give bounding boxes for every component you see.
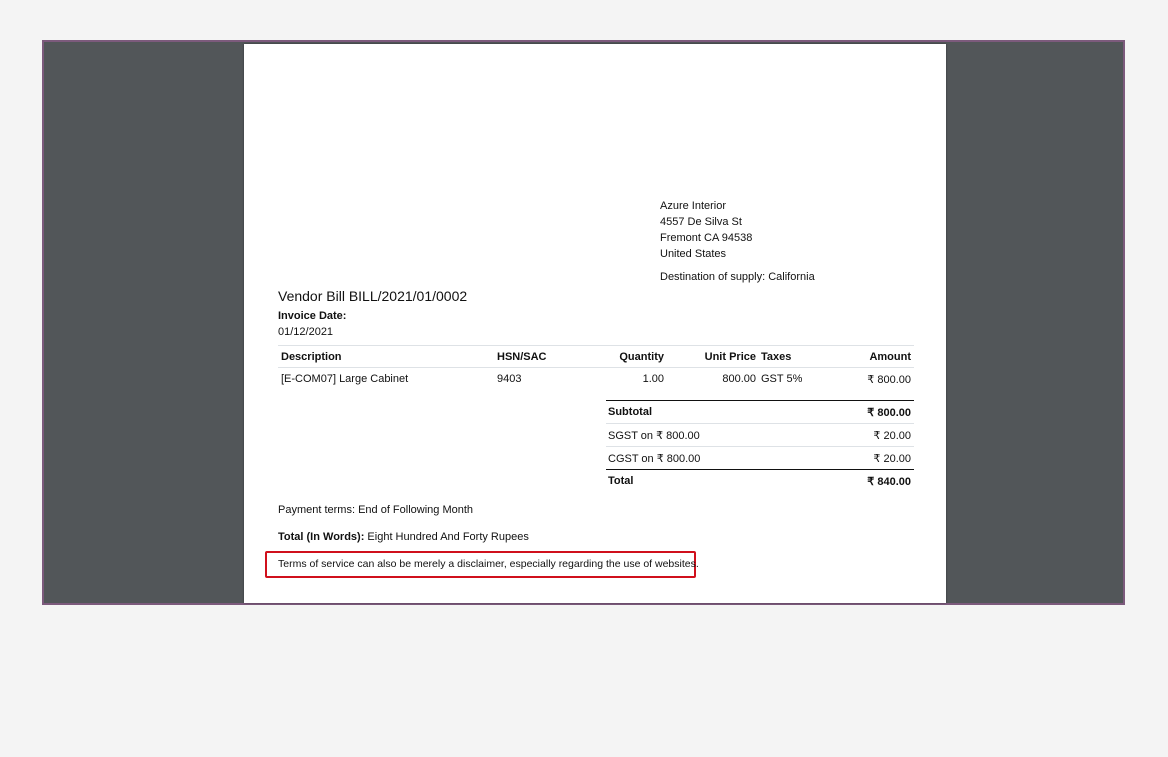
partner-street: 4557 De Silva St bbox=[660, 216, 742, 228]
header-unit-price: Unit Price bbox=[704, 351, 756, 363]
cgst-label: CGST on ₹ 800.00 bbox=[608, 453, 701, 465]
partner-city: Fremont CA 94538 bbox=[660, 232, 753, 244]
line-quantity: 1.00 bbox=[642, 373, 664, 385]
invoice-lines-table: Description HSN/SAC Quantity Unit Price … bbox=[278, 345, 914, 391]
total-in-words-value: Eight Hundred And Forty Rupees bbox=[367, 531, 529, 543]
partner-country: United States bbox=[660, 248, 727, 260]
page-title: Vendor Bill BILL/2021/01/0002 bbox=[278, 288, 468, 304]
line-amount: ₹ 800.00 bbox=[867, 374, 911, 386]
invoice-date-label: Invoice Date: bbox=[278, 310, 347, 322]
totals-table: Subtotal ₹ 800.00 SGST on ₹ 800.00 ₹ 20.… bbox=[606, 400, 914, 492]
destination-of-supply: Destination of supply: California bbox=[660, 271, 815, 283]
header-quantity: Quantity bbox=[619, 351, 664, 363]
total-in-words-label: Total (In Words): bbox=[278, 531, 365, 543]
sgst-value: ₹ 20.00 bbox=[873, 430, 911, 442]
line-description: [E-COM07] Large Cabinet bbox=[281, 373, 409, 385]
subtotal-value: ₹ 800.00 bbox=[867, 407, 911, 419]
table-row: [E-COM07] Large Cabinet 9403 1.00 800.00… bbox=[278, 368, 914, 391]
header-taxes: Taxes bbox=[761, 351, 792, 363]
subtotal-label: Subtotal bbox=[608, 406, 652, 418]
invoice-date-value: 01/12/2021 bbox=[278, 326, 334, 338]
header-description: Description bbox=[281, 351, 342, 363]
cgst-value: ₹ 20.00 bbox=[873, 453, 911, 465]
terms-of-service-highlight: Terms of service can also be merely a di… bbox=[265, 551, 699, 578]
partner-name: Azure Interior bbox=[660, 200, 727, 212]
pdf-viewer-frame: Azure Interior 4557 De Silva St Fremont … bbox=[42, 40, 1125, 605]
sgst-label: SGST on ₹ 800.00 bbox=[608, 430, 700, 442]
total-in-words: Total (In Words): Eight Hundred And Fort… bbox=[278, 531, 529, 543]
total-row: Total ₹ 840.00 bbox=[606, 469, 914, 492]
invoice-page: Azure Interior 4557 De Silva St Fremont … bbox=[244, 44, 946, 603]
header-hsn: HSN/SAC bbox=[497, 351, 547, 363]
line-hsn: 9403 bbox=[497, 373, 522, 385]
line-taxes: GST 5% bbox=[761, 373, 803, 385]
total-value: ₹ 840.00 bbox=[867, 476, 911, 488]
header-amount: Amount bbox=[869, 351, 911, 363]
terms-of-service-text: Terms of service can also be merely a di… bbox=[278, 558, 699, 570]
partner-address: Azure Interior 4557 De Silva St Fremont … bbox=[660, 198, 752, 262]
subtotal-row: Subtotal ₹ 800.00 bbox=[606, 400, 914, 423]
payment-terms: Payment terms: End of Following Month bbox=[278, 504, 474, 516]
cgst-row: CGST on ₹ 800.00 ₹ 20.00 bbox=[606, 446, 914, 469]
table-header: Description HSN/SAC Quantity Unit Price … bbox=[278, 345, 914, 368]
total-label: Total bbox=[608, 475, 634, 487]
line-unit-price: 800.00 bbox=[722, 373, 756, 385]
sgst-row: SGST on ₹ 800.00 ₹ 20.00 bbox=[606, 423, 914, 446]
